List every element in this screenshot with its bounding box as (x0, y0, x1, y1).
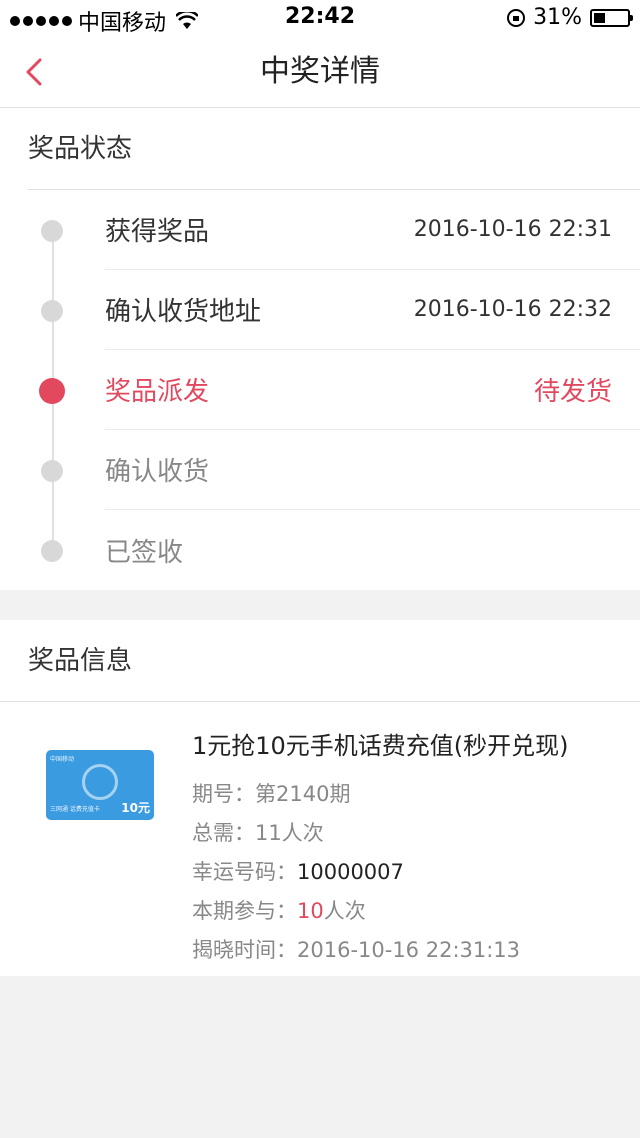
participation-label: 本期参与： (192, 899, 297, 923)
back-button[interactable] (18, 54, 54, 90)
prize-details: 1元抢10元手机话费充值(秒开兑现) 期号：第2140期 总需：11人次 幸运号… (192, 728, 569, 962)
step-dot (41, 460, 63, 482)
step-status: 待发货 (533, 377, 612, 407)
reveal-time-row: 揭晓时间：2016-10-16 22:31:13 (192, 931, 569, 970)
step-label: 已签收 (105, 537, 184, 568)
rotation-lock-icon (507, 8, 526, 27)
step-dot (41, 220, 63, 242)
period-value: 第2140期 (255, 782, 351, 806)
card-brand: 中国移动 (50, 756, 75, 763)
status-timeline: 获得奖品 2016-10-16 22:31 确认收货地址 2016-10-16 … (0, 190, 640, 590)
section-title: 奖品状态 (28, 108, 640, 190)
lucky-number-label: 幸运号码： (192, 860, 297, 884)
card-logo-icon (82, 764, 118, 800)
participation-unit: 人次 (323, 899, 366, 923)
step-dot (41, 300, 63, 322)
card-face-value: 10元 (121, 801, 150, 815)
timeline-step: 确认收货 (41, 430, 640, 510)
total-value: 11人次 (255, 821, 324, 845)
section-title: 奖品信息 (0, 620, 640, 702)
step-time: 2016-10-16 22:31 (413, 217, 612, 242)
prize-title: 1元抢10元手机话费充值(秒开兑现) (192, 732, 569, 760)
participation-count: 10 (297, 899, 324, 923)
prize-info-section: 奖品信息 中国移动 三网通 话费充值卡 10元 1元抢10元手机话费充值(秒开兑… (0, 620, 640, 976)
lucky-number-row: 幸运号码：10000007 (192, 853, 569, 892)
reveal-time-value: 2016-10-16 22:31:13 (297, 938, 521, 962)
page-title: 中奖详情 (260, 54, 380, 89)
battery-percent: 31% (533, 5, 582, 30)
timeline-step: 已签收 (41, 510, 640, 590)
card-caption: 三网通 话费充值卡 (50, 806, 100, 813)
step-label: 确认收货地址 (105, 297, 262, 327)
timeline-step-active: 奖品派发 待发货 (39, 350, 640, 430)
step-label: 确认收货 (105, 457, 210, 487)
step-label: 获得奖品 (105, 217, 210, 247)
step-time: 2016-10-16 22:32 (413, 297, 612, 322)
prize-status-section: 奖品状态 获得奖品 2016-10-16 22:31 确认收货地址 2016-1… (0, 108, 640, 590)
battery-icon (590, 8, 633, 27)
step-dot (41, 540, 63, 562)
timeline-step: 确认收货地址 2016-10-16 22:32 (41, 270, 640, 350)
step-label: 奖品派发 (105, 377, 210, 407)
total-label: 总需： (192, 821, 255, 845)
nav-bar: 中奖详情 (0, 36, 640, 108)
status-bar: 中国移动 22:42 31% (0, 0, 640, 36)
section-gap (0, 590, 640, 620)
total-row: 总需：11人次 (192, 814, 569, 853)
prize-item[interactable]: 中国移动 三网通 话费充值卡 10元 1元抢10元手机话费充值(秒开兑现) 期号… (0, 702, 640, 976)
lucky-number-value: 10000007 (297, 860, 404, 884)
period-row: 期号：第2140期 (192, 775, 569, 814)
period-label: 期号： (192, 782, 255, 806)
chevron-left-icon (26, 58, 42, 86)
timeline-step: 获得奖品 2016-10-16 22:31 (41, 190, 640, 270)
status-right: 31% (507, 5, 633, 30)
step-dot-active (39, 378, 65, 404)
reveal-time-label: 揭晓时间： (192, 938, 297, 962)
participation-row: 本期参与：10人次 (192, 892, 569, 931)
prize-thumbnail: 中国移动 三网通 话费充值卡 10元 (46, 750, 154, 820)
